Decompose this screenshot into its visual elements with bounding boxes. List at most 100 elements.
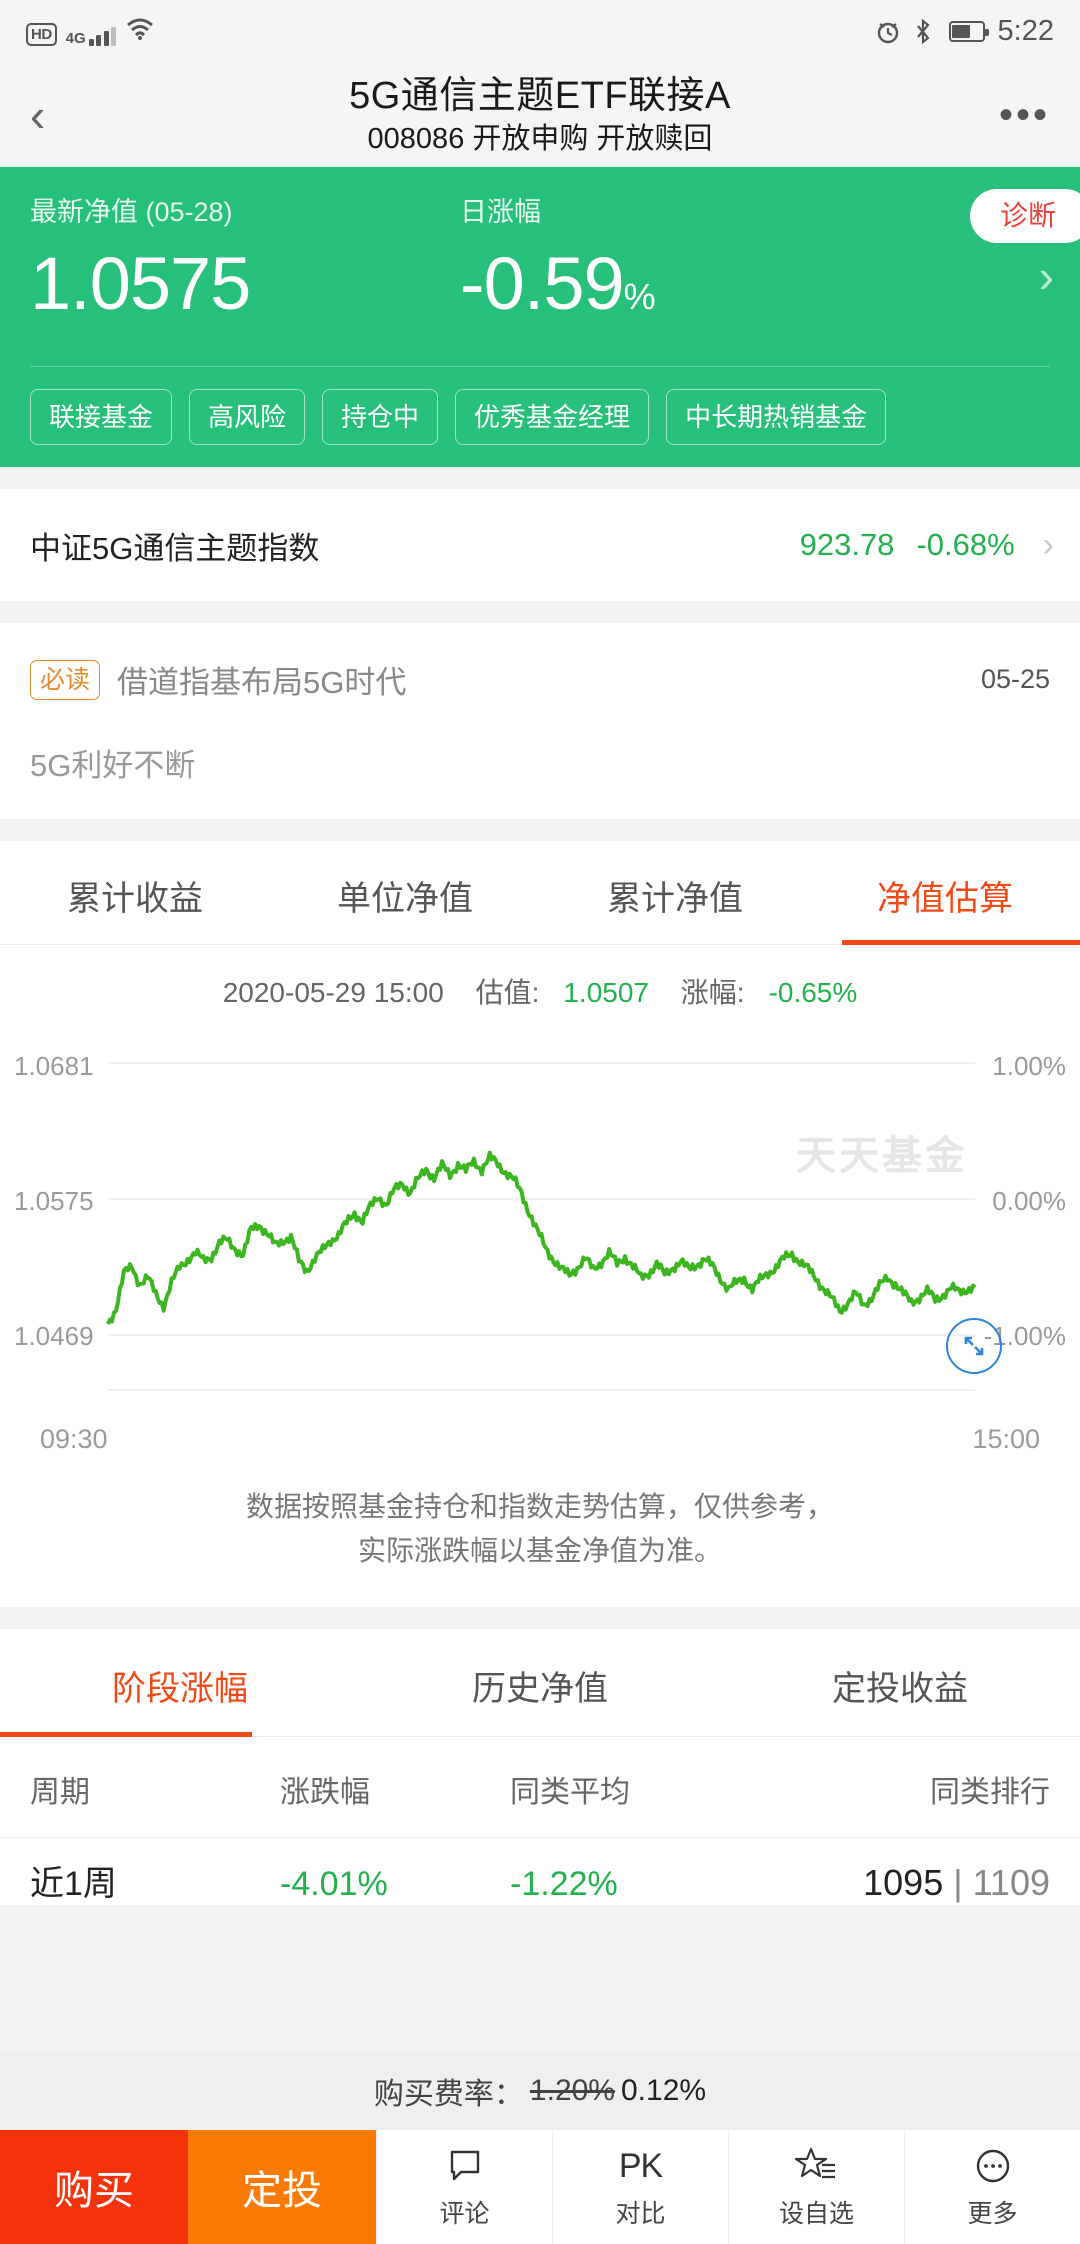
y-axis-label-mid-left: 1.0575 bbox=[14, 1186, 94, 1216]
fund-tag[interactable]: 优秀基金经理 bbox=[455, 389, 650, 445]
comment-label: 评论 bbox=[439, 2200, 490, 2228]
x-axis: 09:30 15:00 bbox=[0, 1410, 1080, 1455]
estimate-value-label: 估值: bbox=[475, 977, 540, 1008]
index-change: -0.68% bbox=[916, 527, 1015, 562]
status-bar-left: HD 4G bbox=[26, 17, 155, 46]
bluetooth-icon bbox=[912, 18, 936, 45]
chart-tab-bar: 累计收益 单位净值 累计净值 净值估算 bbox=[0, 841, 1080, 945]
y-axis-label-mid-right: 0.00% bbox=[992, 1186, 1066, 1216]
tab-cumulative-return[interactable]: 累计收益 bbox=[0, 841, 270, 944]
nav-metric-label: 最新净值 (05-28) bbox=[30, 197, 233, 227]
page-subtitle: 008086 开放申购 开放赎回 bbox=[367, 122, 713, 155]
bottom-action-bar: 购买 定投 评论 PK 对比 设自选 更多 bbox=[0, 2130, 1080, 2244]
comment-action[interactable]: 评论 bbox=[376, 2130, 552, 2244]
page-title: 5G通信主题ETF联接A bbox=[349, 74, 731, 117]
column-header-change: 涨跌幅 bbox=[280, 1776, 370, 1809]
fund-tag[interactable]: 高风险 bbox=[189, 389, 306, 445]
change-metric: 日涨幅 -0.59% bbox=[460, 195, 656, 340]
more-label: 更多 bbox=[967, 2200, 1018, 2228]
fund-tag[interactable]: 中长期热销基金 bbox=[666, 389, 887, 445]
more-circle-icon bbox=[973, 2144, 1013, 2188]
chevron-right-icon[interactable]: › bbox=[1043, 526, 1054, 565]
x-axis-tick-start: 09:30 bbox=[40, 1424, 108, 1454]
signal-icon: 4G bbox=[66, 24, 117, 46]
change-metric-label: 日涨幅 bbox=[460, 197, 541, 227]
row-change: -4.01% bbox=[280, 1865, 388, 1903]
row-peer-rank: 1095 | 1109 bbox=[760, 1862, 1050, 1904]
change-metric-value: -0.59% bbox=[460, 242, 656, 325]
disclaimer-line-2: 实际涨跌幅以基金净值为准。 bbox=[357, 1535, 722, 1566]
star-list-icon bbox=[794, 2144, 839, 2188]
back-button[interactable]: ‹ bbox=[30, 92, 80, 138]
must-read-badge: 必读 bbox=[30, 659, 101, 700]
tab-history-nav[interactable]: 历史净值 bbox=[360, 1629, 720, 1736]
fee-label: 购买费率： bbox=[373, 2078, 524, 2111]
estimate-value: 1.0507 bbox=[563, 977, 649, 1008]
stats-table-header: 周期 涨跌幅 同类平均 同类排行 bbox=[0, 1737, 1080, 1838]
rank-total: 1109 bbox=[972, 1862, 1050, 1903]
tab-cumulative-nav[interactable]: 累计净值 bbox=[540, 841, 810, 944]
hero-metrics-row[interactable]: 最新净值 (05-28) 1.0575 日涨幅 -0.59% › 诊断 bbox=[0, 189, 1080, 340]
row-period: 近1周 bbox=[30, 1865, 117, 1903]
purchase-fee-bar: 购买费率： 1.20% 0.12% bbox=[0, 2052, 1080, 2130]
section-gap bbox=[0, 601, 1080, 623]
tab-stage-return[interactable]: 阶段涨幅 bbox=[0, 1629, 360, 1737]
tab-unit-nav[interactable]: 单位净值 bbox=[270, 841, 540, 944]
tab-nav-estimate[interactable]: 净值估算 bbox=[810, 841, 1080, 945]
column-header-peer-average: 同类平均 bbox=[510, 1776, 630, 1809]
comment-icon bbox=[445, 2144, 485, 2188]
estimate-time: 2020-05-29 15:00 bbox=[222, 977, 444, 1008]
rank-value: 1095 bbox=[863, 1862, 944, 1903]
rank-separator: | bbox=[943, 1862, 973, 1903]
watchlist-action[interactable]: 设自选 bbox=[728, 2130, 904, 2244]
news-headline-row[interactable]: 必读 借道指基布局5G时代 05-25 bbox=[30, 657, 1050, 702]
tracked-index-row[interactable]: 中证5G通信主题指数 923.78 -0.68% › bbox=[0, 489, 1080, 601]
index-values: 923.78 -0.68% › bbox=[800, 526, 1054, 565]
battery-icon bbox=[948, 20, 989, 42]
compare-action[interactable]: PK 对比 bbox=[552, 2130, 728, 2244]
percent-sign: % bbox=[623, 276, 656, 317]
auto-invest-button[interactable]: 定投 bbox=[188, 2130, 376, 2244]
table-row[interactable]: 近1周 -4.01% -1.22% 1095 | 1109 bbox=[0, 1838, 1080, 1905]
expand-arrows-icon[interactable] bbox=[946, 1318, 1002, 1374]
nav-title-block: 5G通信主题ETF联接A 008086 开放申购 开放赎回 bbox=[0, 73, 1080, 157]
index-name: 中证5G通信主题指数 bbox=[30, 530, 320, 566]
more-action[interactable]: 更多 bbox=[904, 2130, 1080, 2244]
fund-hero-panel: 最新净值 (05-28) 1.0575 日涨幅 -0.59% › 诊断 联接基金… bbox=[0, 167, 1080, 467]
news-subtitle[interactable]: 5G利好不断 bbox=[30, 740, 1050, 785]
chevron-right-icon[interactable]: › bbox=[1039, 249, 1054, 303]
nav-bar: ‹ 5G通信主题ETF联接A 008086 开放申购 开放赎回 ••• bbox=[0, 62, 1080, 167]
news-section: 必读 借道指基布局5G时代 05-25 5G利好不断 bbox=[0, 623, 1080, 819]
brand-watermark: 天天基金 bbox=[796, 1134, 968, 1178]
y-axis-label-bottom-left: 1.0469 bbox=[14, 1321, 94, 1351]
fee-discount-rate: 0.12% bbox=[621, 2074, 707, 2107]
estimate-summary: 2020-05-29 15:00 估值: 1.0507 涨幅: -0.65% bbox=[0, 945, 1080, 1017]
nav-metric: 最新净值 (05-28) 1.0575 bbox=[30, 195, 460, 327]
index-value: 923.78 bbox=[799, 527, 895, 562]
wifi-icon bbox=[125, 17, 155, 46]
estimate-change: -0.65% bbox=[768, 977, 858, 1008]
estimate-change-label: 涨幅: bbox=[680, 977, 745, 1008]
diagnose-button[interactable]: 诊断 bbox=[969, 189, 1080, 243]
news-title[interactable]: 借道指基布局5G时代 bbox=[117, 657, 406, 702]
fund-tag-list: 联接基金 高风险 持仓中 优秀基金经理 中长期热销基金 bbox=[0, 367, 1080, 449]
network-type-label: 4G bbox=[65, 29, 86, 47]
clock-label: 5:22 bbox=[997, 14, 1054, 47]
stats-tab-bar: 阶段涨幅 历史净值 定投收益 bbox=[0, 1629, 1080, 1737]
x-axis-tick-end: 15:00 bbox=[972, 1424, 1040, 1454]
signal-bars-icon bbox=[88, 24, 117, 46]
section-gap bbox=[0, 819, 1080, 841]
fund-tag[interactable]: 联接基金 bbox=[30, 389, 173, 445]
tab-plan-return[interactable]: 定投收益 bbox=[720, 1629, 1080, 1736]
section-gap bbox=[0, 1607, 1080, 1629]
news-date: 05-25 bbox=[980, 664, 1050, 694]
buy-button[interactable]: 购买 bbox=[0, 2130, 188, 2244]
nav-metric-value: 1.0575 bbox=[30, 242, 251, 325]
status-bar: HD 4G 5:22 bbox=[0, 0, 1080, 62]
more-horizontal-icon[interactable]: ••• bbox=[999, 95, 1050, 135]
nav-estimate-chart[interactable]: 1.0681 1.00% 1.0575 0.00% 1.0469 -1.00% … bbox=[0, 1035, 1080, 1410]
column-header-period: 周期 bbox=[30, 1776, 90, 1809]
chart-disclaimer: 数据按照基金持仓和指数走势估算，仅供参考， 实际涨跌幅以基金净值为准。 bbox=[0, 1455, 1080, 1607]
chart-card: 累计收益 单位净值 累计净值 净值估算 2020-05-29 15:00 估值:… bbox=[0, 841, 1080, 1607]
fund-tag[interactable]: 持仓中 bbox=[322, 389, 439, 445]
